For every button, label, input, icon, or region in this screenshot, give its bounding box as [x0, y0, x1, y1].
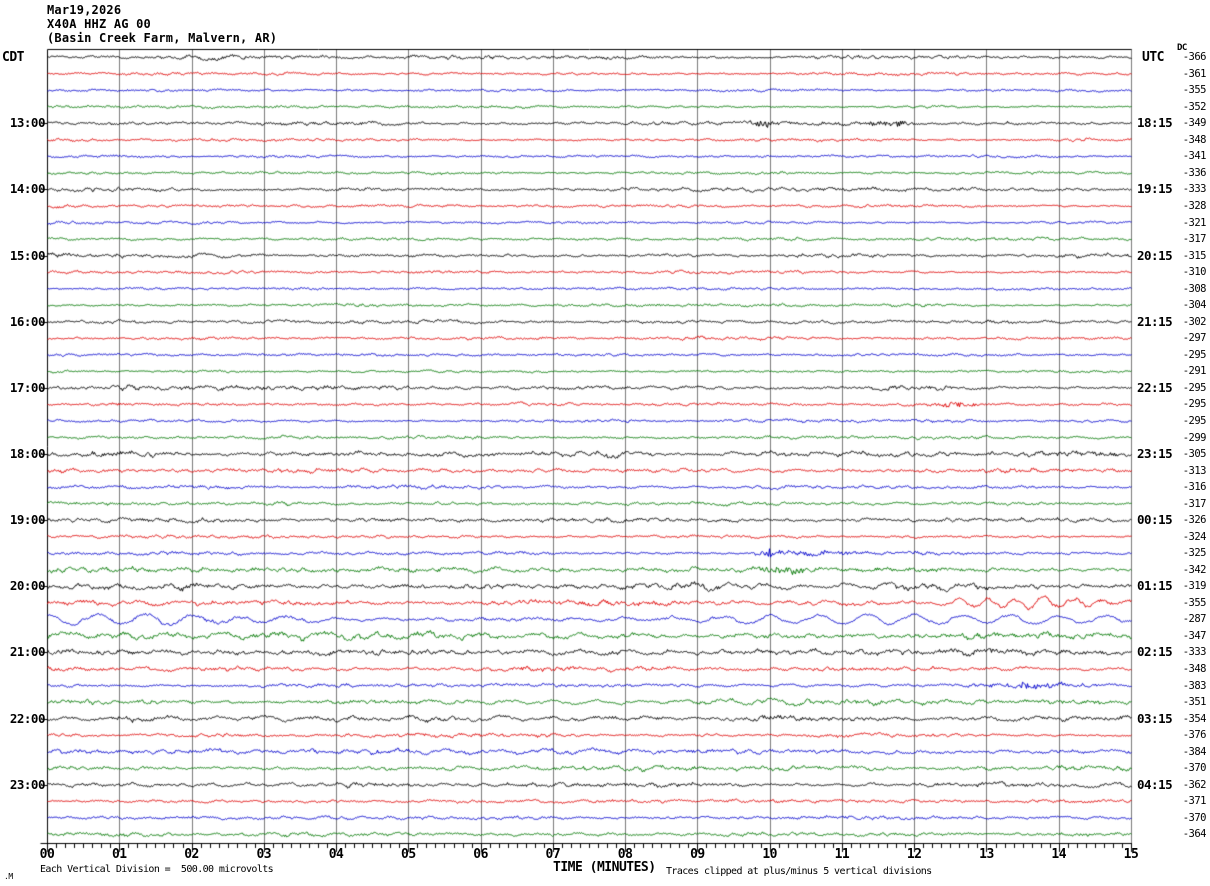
x-tick-label: 10: [762, 847, 777, 862]
dc-value-label: -319: [1182, 580, 1207, 593]
dc-value-label: -351: [1182, 696, 1207, 709]
dc-value-label: -364: [1182, 828, 1207, 841]
title-block: Mar19,2026 X40A HHZ AG 00 (Basin Creek F…: [47, 3, 277, 45]
dc-value-label: -295: [1182, 414, 1207, 427]
dc-value-label: -297: [1182, 332, 1207, 345]
dc-value-label: -295: [1182, 381, 1207, 394]
dc-value-label: -308: [1182, 282, 1207, 295]
dc-value-label: -370: [1182, 811, 1207, 824]
dc-value-label: -349: [1182, 117, 1207, 130]
dc-value-label: -305: [1182, 448, 1207, 461]
dc-value-label: -384: [1182, 745, 1207, 758]
x-tick-label: 05: [401, 847, 416, 862]
cdt-hour-label: 13:00: [9, 115, 46, 131]
dc-value-label: -333: [1182, 183, 1207, 196]
x-tick-label: 03: [256, 847, 272, 862]
dc-value-label: -310: [1182, 266, 1207, 279]
cdt-hour-label: 15:00: [9, 247, 46, 263]
cdt-hour-label: 17:00: [9, 379, 46, 395]
dc-value-label: -362: [1182, 778, 1207, 791]
left-timezone-header: CDT: [2, 50, 24, 65]
dc-value-label: -366: [1182, 51, 1207, 64]
footer-clip-note: Traces clipped at plus/minus 5 vertical …: [666, 866, 932, 877]
title-station: X40A HHZ AG 00: [47, 17, 151, 31]
dc-value-label: -341: [1182, 150, 1207, 163]
dc-value-label: -287: [1182, 613, 1207, 626]
x-tick-label: 14: [1051, 847, 1067, 862]
plotter-logo: .M: [4, 872, 13, 881]
cdt-hour-label: 23:00: [9, 776, 46, 792]
x-tick-label: 01: [111, 847, 127, 862]
dc-value-label: -348: [1182, 133, 1207, 146]
dc-value-label: -361: [1182, 67, 1207, 80]
helicorder-page: Mar19,2026 X40A HHZ AG 00 (Basin Creek F…: [0, 0, 1210, 886]
x-tick-label: 11: [834, 847, 850, 862]
dc-value-label: -325: [1182, 547, 1207, 560]
dc-value-label: -370: [1182, 762, 1207, 775]
x-tick-label: 15: [1123, 847, 1139, 862]
x-tick-label: 00: [39, 847, 55, 862]
dc-value-label: -313: [1182, 464, 1207, 477]
dc-value-label: -376: [1182, 729, 1207, 742]
x-tick-label: 02: [184, 847, 199, 862]
x-tick-label: 13: [979, 847, 994, 862]
dc-value-label: -299: [1182, 431, 1207, 444]
cdt-hour-label: 19:00: [9, 512, 46, 528]
dc-value-label: -336: [1182, 166, 1207, 179]
dc-value-label: -295: [1182, 398, 1207, 411]
cdt-hour-label: 14:00: [9, 181, 46, 197]
dc-value-label: -333: [1182, 646, 1207, 659]
cdt-hour-label: 18:00: [9, 446, 46, 462]
dc-value-label: -315: [1182, 249, 1207, 262]
dc-value-label: -316: [1182, 481, 1207, 494]
dc-value-label: -342: [1182, 563, 1207, 576]
dc-value-label: -324: [1182, 530, 1207, 543]
dc-value-label: -304: [1182, 299, 1207, 312]
dc-value-label: -321: [1182, 216, 1207, 229]
dc-value-label: -317: [1182, 497, 1207, 510]
dc-value-label: -355: [1182, 596, 1207, 609]
dc-value-label: -291: [1182, 365, 1207, 378]
cdt-hour-label: 20:00: [9, 578, 46, 594]
helicorder-canvas: [0, 0, 1210, 886]
dc-value-label: -295: [1182, 348, 1207, 361]
dc-value-label: -371: [1182, 795, 1207, 808]
x-tick-label: 04: [328, 847, 344, 862]
x-tick-label: 06: [473, 847, 488, 862]
dc-value-label: -326: [1182, 514, 1207, 527]
dc-value-label: -383: [1182, 679, 1207, 692]
x-axis-title: TIME (MINUTES): [553, 860, 656, 875]
x-tick-label: 12: [906, 847, 922, 862]
dc-value-label: -352: [1182, 100, 1207, 113]
cdt-hour-label: 22:00: [9, 710, 46, 726]
dc-value-label: -302: [1182, 315, 1207, 328]
dc-value-label: -317: [1182, 233, 1207, 246]
x-tick-label: 09: [690, 847, 705, 862]
dc-value-label: -347: [1182, 629, 1207, 642]
cdt-hour-label: 16:00: [9, 313, 46, 329]
dc-value-label: -348: [1182, 662, 1207, 675]
title-date: Mar19,2026: [47, 3, 122, 17]
title-location: (Basin Creek Farm, Malvern, AR): [47, 31, 278, 45]
cdt-hour-label: 21:00: [9, 644, 46, 660]
dc-value-label: -355: [1182, 84, 1207, 97]
dc-value-label: -328: [1182, 200, 1207, 212]
footer-scale-note: Each Vertical Division = 500.00 microvol…: [40, 864, 274, 875]
dc-value-label: -354: [1182, 712, 1207, 725]
